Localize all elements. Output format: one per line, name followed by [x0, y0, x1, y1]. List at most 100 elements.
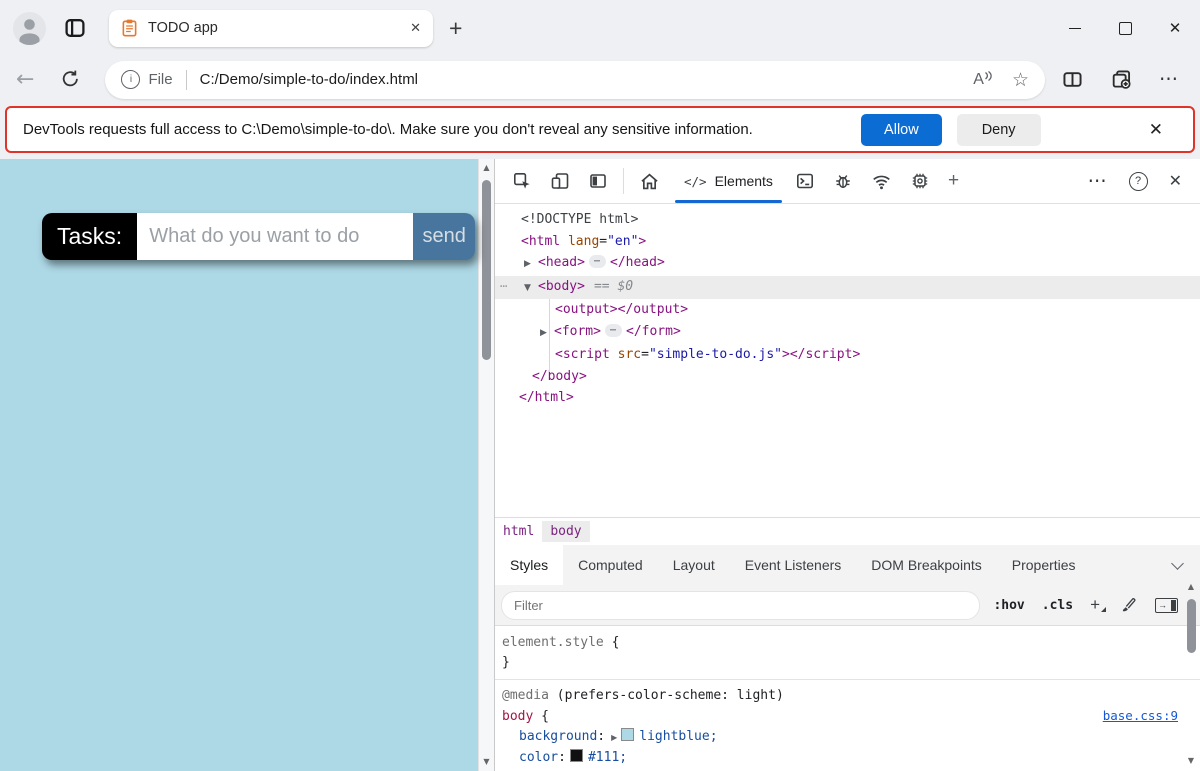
- styles-scrollbar[interactable]: ▲ ▼: [1184, 582, 1198, 766]
- scrollbar-thumb[interactable]: [482, 180, 491, 360]
- task-input[interactable]: [137, 213, 413, 260]
- scroll-up-icon[interactable]: ▲: [483, 163, 489, 173]
- address-bar[interactable]: i File C:/Demo/simple-to-do/index.html A…: [105, 61, 1045, 99]
- dom-line-form[interactable]: ▶<form>⋯</form>: [495, 321, 1200, 345]
- address-toolbar: ← i File C:/Demo/simple-to-do/index.html…: [0, 56, 1200, 103]
- dom-line-html-open[interactable]: <html lang="en">: [495, 231, 1200, 253]
- scroll-down-icon[interactable]: ▼: [483, 757, 489, 767]
- console-icon[interactable]: [786, 171, 824, 191]
- device-emulation-icon[interactable]: [541, 171, 579, 191]
- dom-line-head[interactable]: ▶<head>⋯</head>: [495, 252, 1200, 276]
- chevron-down-icon[interactable]: [1171, 557, 1184, 570]
- breadcrumb-body[interactable]: body: [542, 521, 589, 542]
- clipboard-favicon: [121, 19, 138, 37]
- devtools-toolbar: </> Elements + ⋯: [495, 159, 1200, 204]
- browser-menu-icon[interactable]: ⋯: [1159, 68, 1180, 91]
- element-style-rule[interactable]: element.style {: [502, 633, 1178, 653]
- help-icon[interactable]: ?: [1120, 172, 1157, 191]
- expand-arrow-icon[interactable]: ▶: [611, 733, 617, 742]
- allow-button[interactable]: Allow: [861, 114, 942, 146]
- tab-layout[interactable]: Layout: [658, 545, 730, 585]
- collapsed-ellipsis-icon[interactable]: ⋯: [589, 255, 606, 268]
- tab-properties[interactable]: Properties: [997, 545, 1091, 585]
- dom-line-output[interactable]: <output></output>: [495, 299, 1200, 321]
- tab-computed[interactable]: Computed: [563, 545, 658, 585]
- scrollbar-thumb[interactable]: [1187, 599, 1196, 653]
- home-icon[interactable]: [630, 171, 669, 192]
- dom-breadcrumb: html body: [495, 517, 1200, 545]
- computed-sidebar-toggle-icon[interactable]: →: [1155, 598, 1178, 613]
- tab-actions-icon[interactable]: [63, 16, 87, 40]
- styles-filter-input[interactable]: [501, 591, 980, 620]
- body-rule-line: body { base.css:9: [502, 706, 1178, 727]
- window-close-icon: ✕: [1169, 19, 1182, 37]
- minimize-button[interactable]: [1050, 0, 1100, 56]
- tab-close-icon[interactable]: ✕: [410, 20, 421, 36]
- info-icon[interactable]: i: [121, 70, 140, 89]
- todo-widget: Tasks: send: [42, 213, 475, 260]
- profile-avatar[interactable]: [13, 12, 46, 45]
- toggle-hover-state[interactable]: :hov: [989, 598, 1028, 613]
- styles-panel-tabs: Styles Computed Layout Event Listeners D…: [495, 545, 1200, 585]
- devtools-close-icon[interactable]: ✕: [1159, 171, 1192, 191]
- tab-title: TODO app: [148, 20, 218, 36]
- collapsed-ellipsis-icon[interactable]: ⋯: [605, 324, 622, 337]
- tab-dom-breakpoints[interactable]: DOM Breakpoints: [856, 545, 996, 585]
- deny-button[interactable]: Deny: [957, 114, 1041, 146]
- breadcrumb-html[interactable]: html: [495, 521, 542, 542]
- page-scrollbar[interactable]: ▲ ▼: [478, 159, 494, 771]
- color-swatch-dark[interactable]: [570, 749, 583, 762]
- tab-event-listeners[interactable]: Event Listeners: [730, 545, 857, 585]
- scheme-label: File: [148, 71, 172, 88]
- collections-icon[interactable]: [1110, 68, 1133, 91]
- url-text[interactable]: C:/Demo/simple-to-do/index.html: [200, 71, 418, 88]
- devtools-menu-icon[interactable]: ⋯: [1079, 170, 1118, 193]
- node-menu-ellipsis-icon[interactable]: ⋯: [500, 276, 507, 298]
- dom-line-body-close[interactable]: </body>: [495, 366, 1200, 388]
- window-controls: ✕: [1050, 0, 1200, 56]
- inspect-icon[interactable]: [503, 171, 541, 191]
- active-tab-underline: [675, 200, 782, 203]
- color-swatch-lightblue[interactable]: [621, 728, 634, 741]
- devtools-panel: </> Elements + ⋯: [494, 159, 1200, 771]
- browser-window: TODO app ✕ + ✕ ← i File C:/Demo/simple-t…: [0, 0, 1200, 771]
- collapse-arrow-icon[interactable]: ▼: [524, 278, 538, 300]
- new-style-rule-button[interactable]: +: [1086, 595, 1107, 615]
- maximize-button[interactable]: [1100, 0, 1150, 56]
- debugger-bug-icon[interactable]: [824, 171, 862, 191]
- tasks-label: Tasks:: [42, 213, 137, 260]
- dom-line-script[interactable]: <script src="simple-to-do.js"></script>: [495, 344, 1200, 366]
- browser-tab[interactable]: TODO app ✕: [109, 10, 433, 47]
- new-tab-button[interactable]: +: [449, 15, 462, 42]
- notification-close-icon[interactable]: ✕: [1149, 120, 1163, 140]
- toggle-element-class[interactable]: .cls: [1038, 598, 1077, 613]
- expand-arrow-icon[interactable]: ▶: [540, 323, 554, 345]
- performance-cpu-icon[interactable]: [901, 171, 939, 191]
- styles-pane: element.style { } @media (prefers-color-…: [495, 626, 1200, 771]
- dom-line-html-close[interactable]: </html>: [495, 387, 1200, 409]
- maximize-icon: [1119, 22, 1132, 35]
- read-aloud-icon[interactable]: A: [973, 71, 992, 89]
- network-wifi-icon[interactable]: [862, 171, 901, 192]
- stylesheet-source-link[interactable]: base.css:9: [1103, 706, 1178, 726]
- expand-arrow-icon[interactable]: ▶: [524, 254, 538, 276]
- dom-line-body-selected[interactable]: ⋯▼<body>== $0: [495, 276, 1200, 300]
- tab-elements[interactable]: </> Elements: [671, 159, 786, 203]
- tab-styles[interactable]: Styles: [495, 545, 563, 585]
- css-property-background[interactable]: background:▶lightblue;: [502, 727, 1178, 748]
- favorite-star-icon[interactable]: ☆: [1012, 69, 1029, 91]
- scroll-down-icon[interactable]: ▼: [1188, 756, 1194, 766]
- scroll-up-icon[interactable]: ▲: [1188, 582, 1194, 592]
- more-tabs-plus-icon[interactable]: +: [939, 170, 968, 192]
- dock-side-icon[interactable]: [579, 171, 617, 191]
- send-button[interactable]: send: [413, 213, 475, 260]
- refresh-button[interactable]: [60, 69, 81, 90]
- person-icon: [13, 12, 46, 45]
- back-button[interactable]: ←: [16, 67, 34, 92]
- dom-line-doctype[interactable]: <!DOCTYPE html>: [495, 209, 1200, 231]
- window-close-button[interactable]: ✕: [1150, 0, 1200, 56]
- paintbrush-icon[interactable]: [1116, 596, 1142, 614]
- media-query-line: @media (prefers-color-scheme: light): [502, 686, 1178, 706]
- css-property-color[interactable]: color:#111;: [502, 748, 1178, 768]
- split-screen-icon[interactable]: [1061, 68, 1084, 91]
